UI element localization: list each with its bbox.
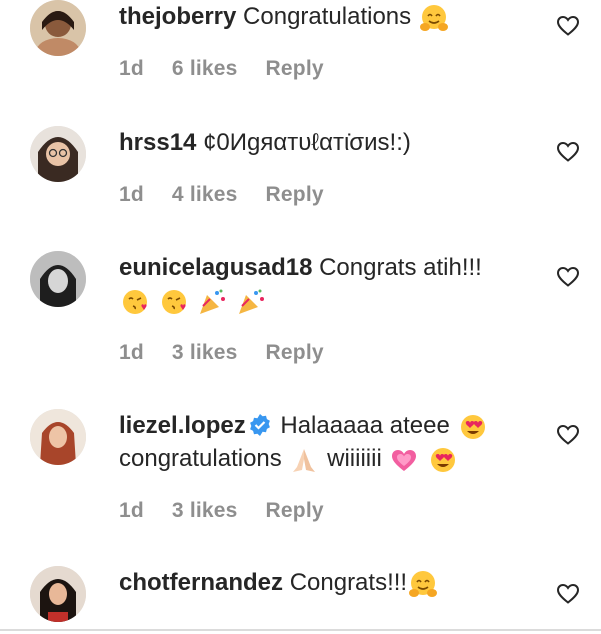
likes-count[interactable]: 4 likes: [172, 183, 238, 206]
avatar[interactable]: [30, 566, 86, 622]
avatar[interactable]: [30, 0, 86, 56]
comment-text: thejoberry Congratulations: [119, 0, 539, 33]
comment-meta: 1d 4 likes Reply: [119, 183, 352, 207]
heart-eyes-emoji: [460, 414, 485, 439]
comment-text: hrss14 ¢0Иgяαтυℓαтι̇σиs!:): [119, 126, 539, 159]
likes-count[interactable]: 6 likes: [172, 57, 238, 80]
comment-body: Halaaaaa ateee: [280, 412, 450, 439]
heart-eyes-emoji: [431, 447, 456, 472]
heart-icon[interactable]: [556, 14, 580, 38]
username[interactable]: liezel.lopez: [119, 412, 246, 439]
hug-emoji: [419, 4, 448, 31]
comment-meta: 1d 3 likes Reply: [119, 341, 352, 365]
heart-icon[interactable]: [556, 140, 580, 164]
heart-icon[interactable]: [556, 265, 580, 289]
growing-heart-emoji: [392, 449, 417, 471]
reply-link[interactable]: Reply: [266, 499, 324, 522]
comment-text: eunicelagusad18 Congrats atih!!!: [119, 251, 539, 317]
comment-body: Congratulations: [243, 3, 412, 30]
avatar[interactable]: [30, 409, 86, 465]
comment-text: liezel.lopez Halaaaaa ateee congratulati…: [119, 409, 539, 475]
party-popper-emoji: [200, 289, 226, 314]
verified-badge-icon: [249, 414, 270, 437]
divider: [0, 629, 601, 631]
reply-link[interactable]: Reply: [266, 341, 324, 364]
comment-body: ¢0Иgяαтυℓαтι̇σиs!:): [203, 129, 411, 156]
kiss-emoji: [123, 289, 147, 314]
comment-meta: 1d 6 likes Reply: [119, 57, 352, 81]
username[interactable]: hrss14: [119, 129, 196, 156]
heart-icon[interactable]: [556, 582, 580, 606]
username[interactable]: thejoberry: [119, 3, 236, 30]
comment-body-line2b: wiiiiiii: [327, 445, 382, 472]
reply-link[interactable]: Reply: [266, 183, 324, 206]
comment-body: Congrats!!!: [289, 569, 408, 596]
heart-icon[interactable]: [556, 423, 580, 447]
comment-text: chotfernandez Congrats!!!: [119, 566, 539, 599]
timestamp: 1d: [119, 57, 144, 80]
timestamp: 1d: [119, 183, 144, 206]
timestamp: 1d: [119, 341, 144, 364]
username[interactable]: chotfernandez: [119, 569, 283, 596]
hug-emoji: [409, 570, 438, 597]
comment-body-line2: congratulations: [119, 445, 282, 472]
timestamp: 1d: [119, 499, 144, 522]
kiss-emoji: [161, 289, 186, 314]
likes-count[interactable]: 3 likes: [172, 499, 238, 522]
reply-link[interactable]: Reply: [266, 57, 324, 80]
likes-count[interactable]: 3 likes: [172, 341, 238, 364]
comment-body: Congrats atih!!!: [319, 254, 482, 281]
party-popper-emoji: [239, 289, 265, 314]
avatar[interactable]: [30, 251, 86, 307]
folded-hands-emoji: [293, 448, 316, 472]
avatar[interactable]: [30, 126, 86, 182]
comment-meta: 1d 3 likes Reply: [119, 499, 352, 523]
username[interactable]: eunicelagusad18: [119, 254, 312, 281]
